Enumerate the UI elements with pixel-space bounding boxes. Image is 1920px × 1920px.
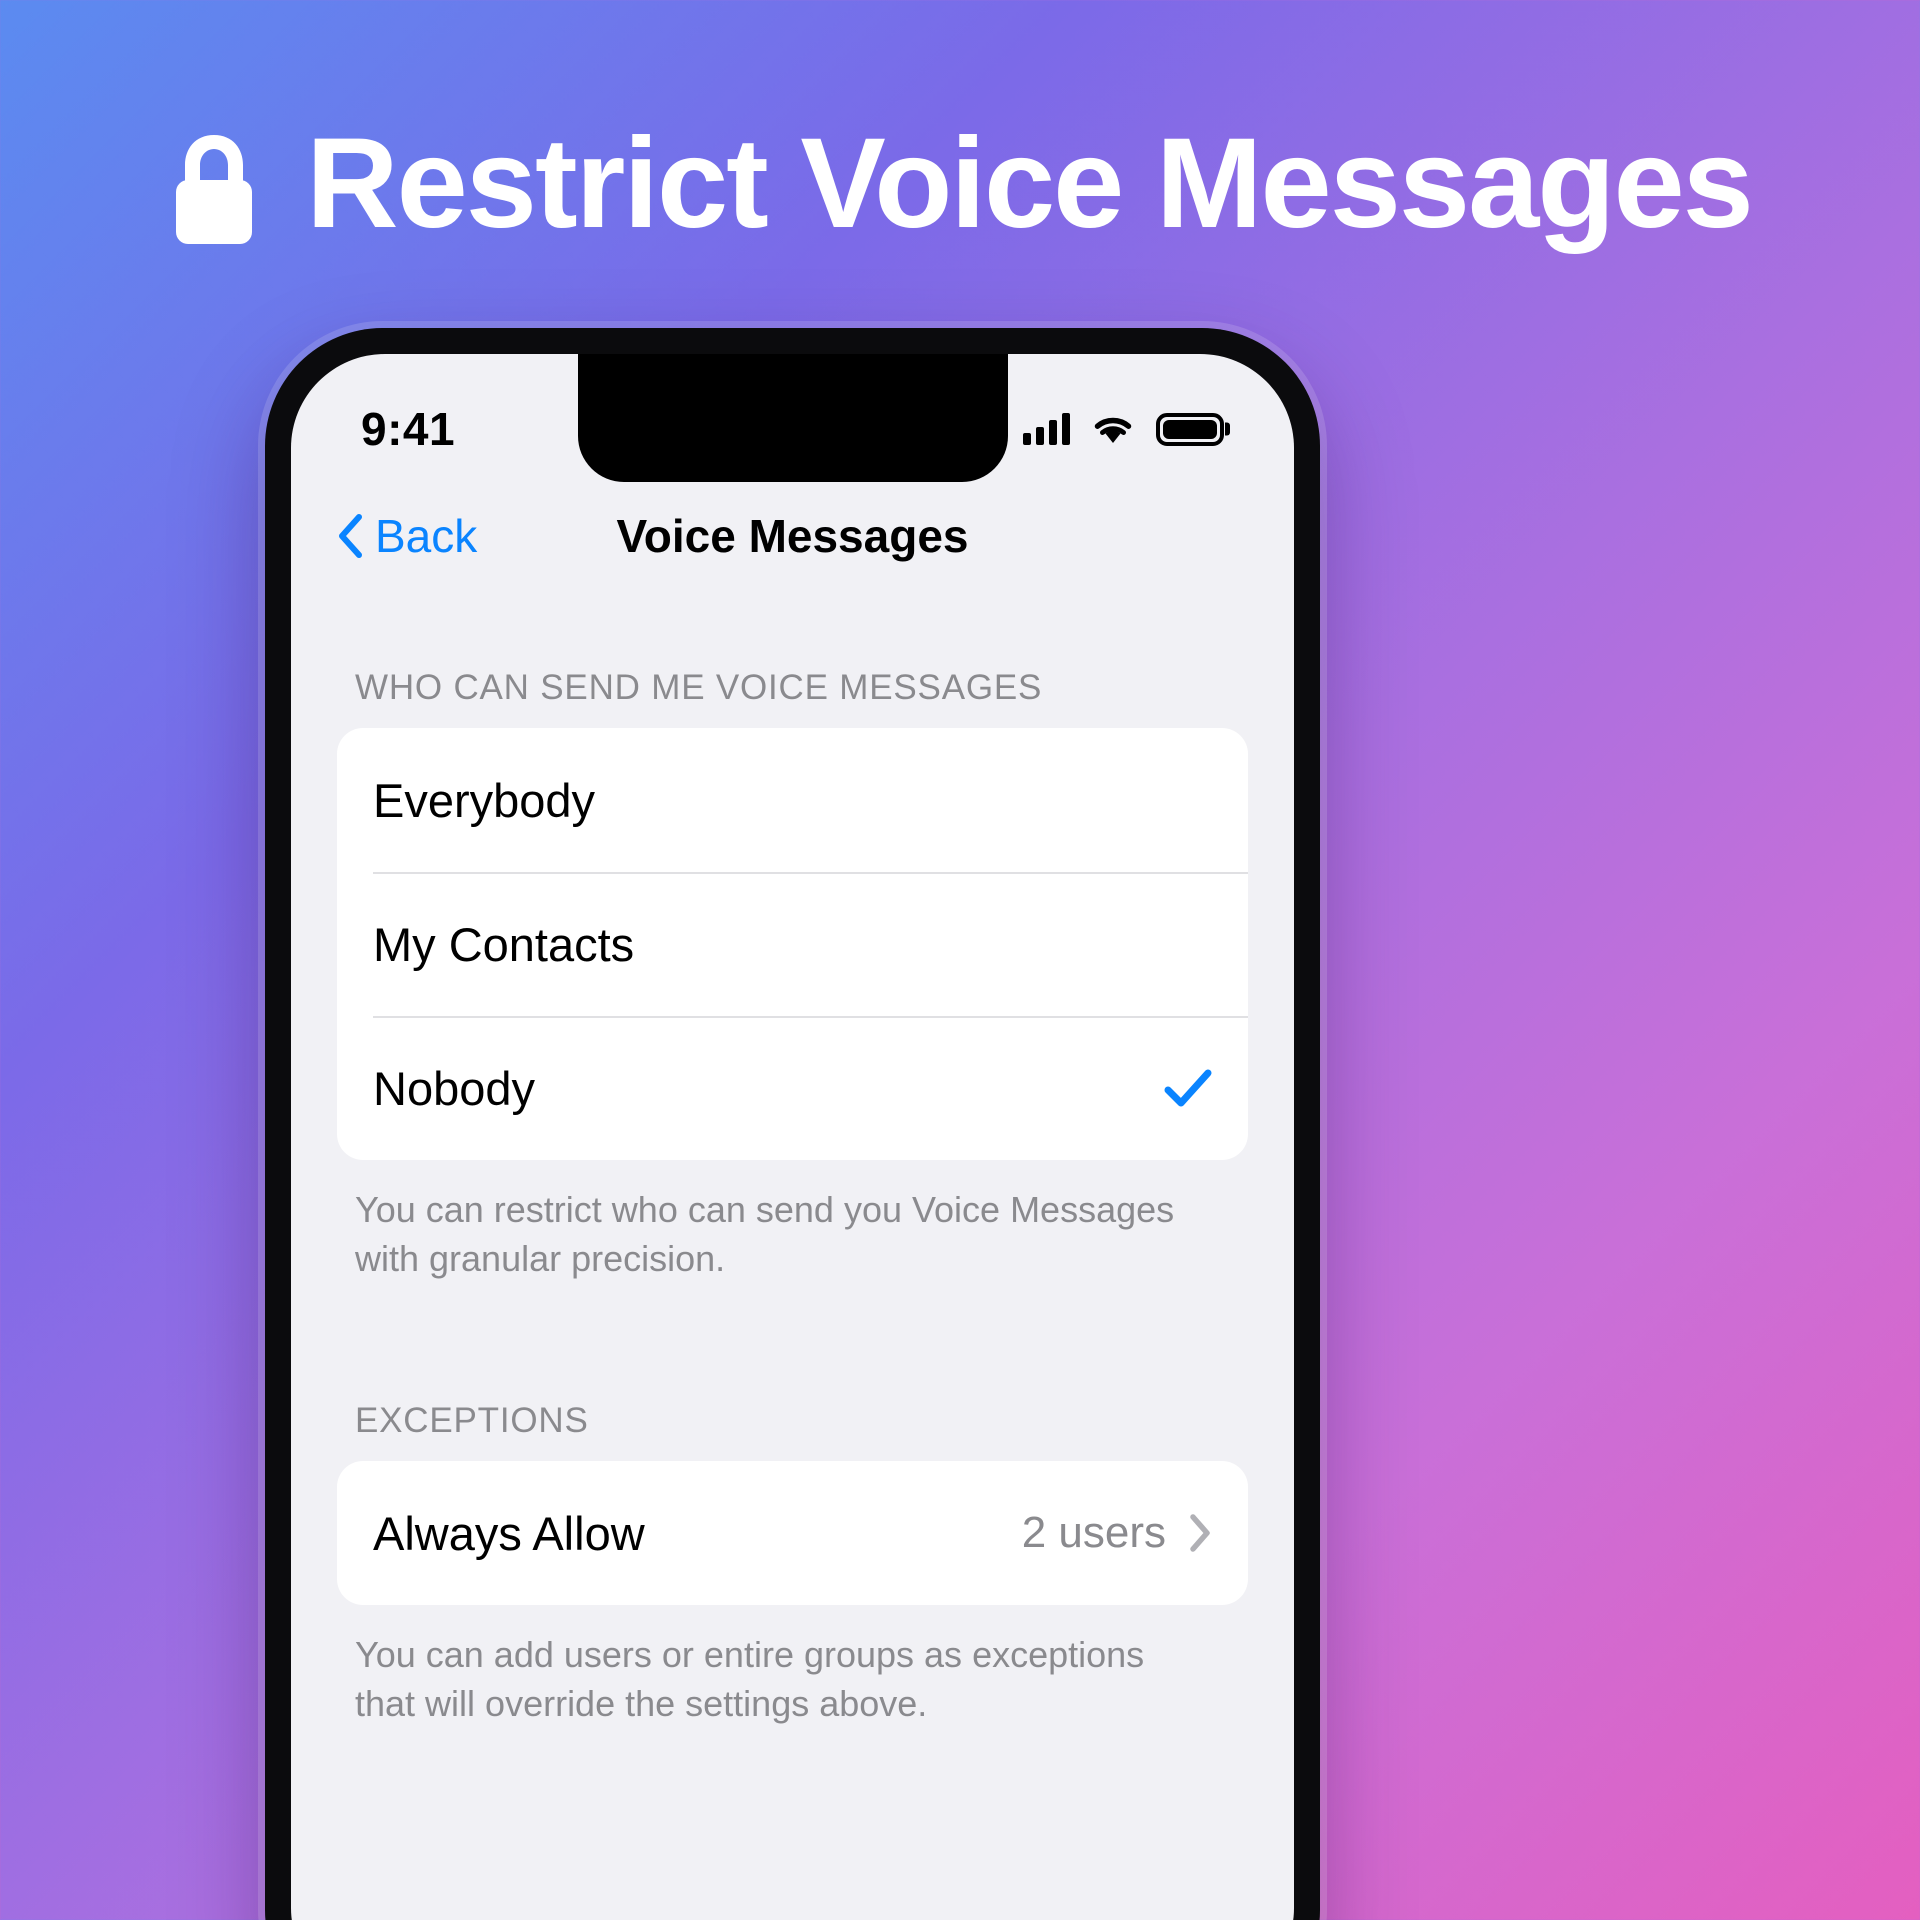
back-button[interactable]: Back — [337, 509, 477, 563]
list-item-label: Everybody — [373, 773, 596, 827]
cellular-signal-icon — [1023, 413, 1070, 445]
footnote-who-can-send: You can restrict who can send you Voice … — [355, 1189, 1175, 1279]
chevron-right-icon — [1190, 1514, 1210, 1552]
radio-options-card: Everybody My Contacts Nobody — [337, 728, 1248, 1160]
section-header-exceptions: EXCEPTIONS — [355, 1401, 589, 1441]
wifi-icon — [1094, 417, 1132, 443]
phone-mockup: 9:41 Back Voice Messages WHO CAN SEND ME… — [265, 328, 1320, 1920]
list-item-nobody[interactable]: Nobody — [337, 1016, 1248, 1160]
section-header-who-can-send: WHO CAN SEND ME VOICE MESSAGES — [355, 668, 1043, 707]
footnote-exceptions: You can add users or entire groups as ex… — [355, 1634, 1145, 1724]
list-item-always-allow[interactable]: Always Allow 2 users — [337, 1461, 1248, 1605]
back-button-label: Back — [375, 510, 478, 562]
list-item-value: 2 users — [1021, 1508, 1166, 1558]
phone-screen: 9:41 Back Voice Messages WHO CAN SEND ME… — [291, 354, 1294, 1920]
list-item-my-contacts[interactable]: My Contacts — [337, 872, 1248, 1016]
list-item-label: Nobody — [373, 1061, 535, 1115]
settings-content: WHO CAN SEND ME VOICE MESSAGES Everybody… — [291, 590, 1294, 1728]
chevron-left-icon — [339, 514, 362, 558]
exceptions-card: Always Allow 2 users — [337, 1461, 1248, 1606]
status-icons — [1023, 412, 1224, 446]
list-item-label: Always Allow — [373, 1506, 645, 1560]
lock-icon — [176, 134, 253, 244]
page-title: Restrict Voice Messages — [306, 112, 1754, 255]
nav-bar: Back Voice Messages — [291, 482, 1294, 590]
list-item-everybody[interactable]: Everybody — [337, 728, 1248, 872]
battery-icon — [1156, 412, 1224, 446]
list-item-label: My Contacts — [373, 917, 635, 971]
checkmark-icon — [1164, 1069, 1212, 1107]
status-time: 9:41 — [361, 403, 456, 455]
status-bar: 9:41 — [291, 354, 1294, 482]
hero-banner: Restrict Voice Messages — [0, 120, 1920, 248]
